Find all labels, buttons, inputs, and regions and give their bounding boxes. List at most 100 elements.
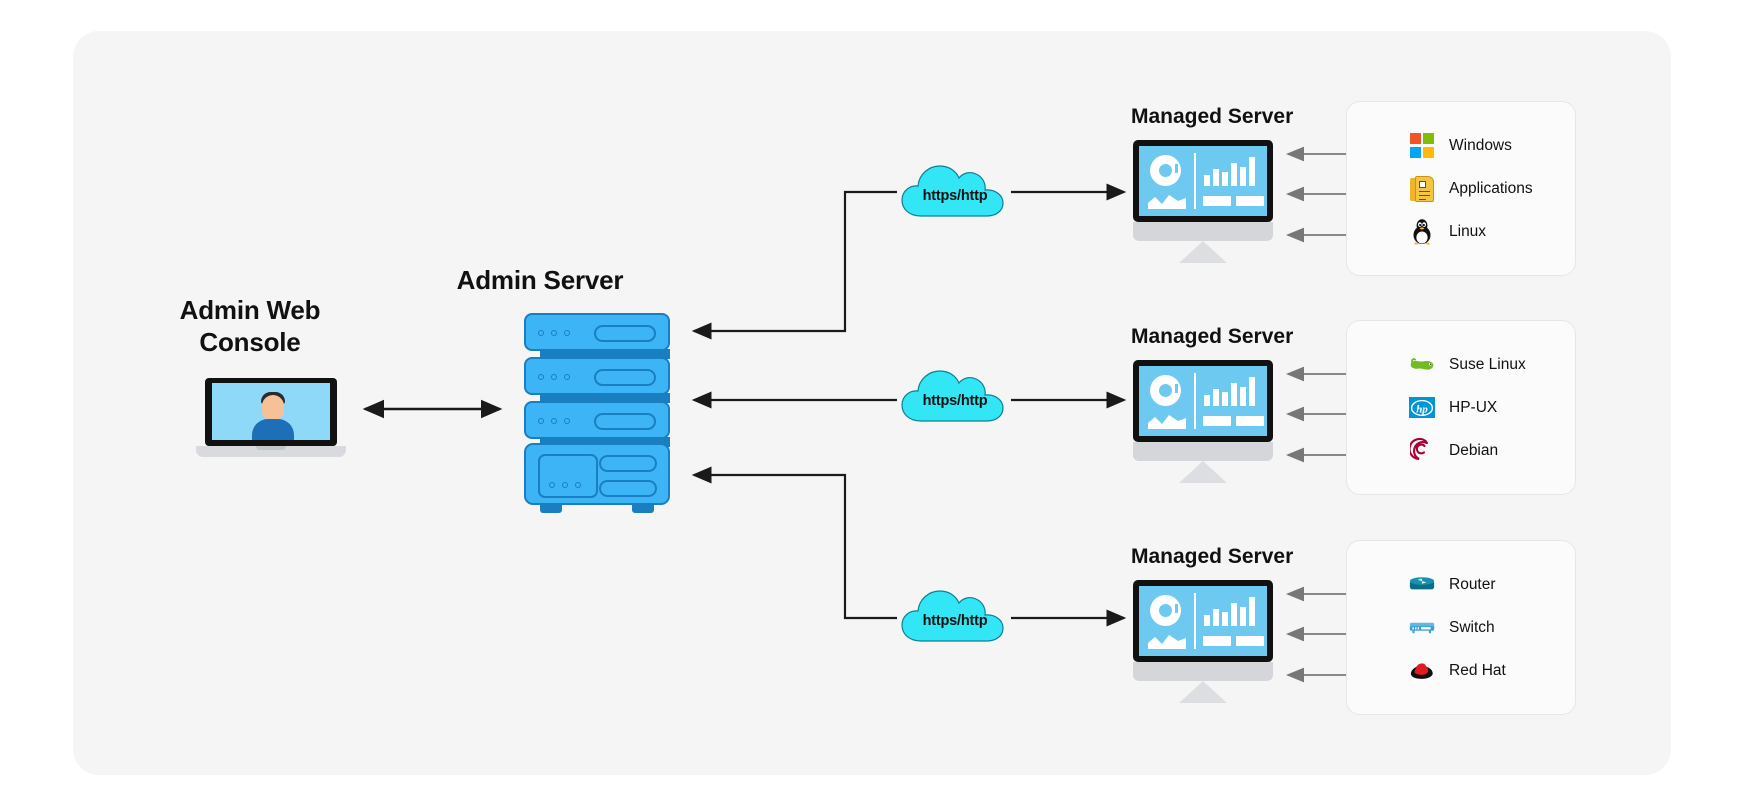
monitor-3-screen [1139,586,1267,656]
laptop-screen [212,383,330,440]
platform-card-1: Windows Applications Linux [1346,101,1576,276]
cloud-label-3: https/http [922,613,988,629]
avatar-head [262,395,284,420]
rack-unit-3 [524,401,670,439]
admin-server-title: Admin Server [456,265,624,295]
laptop-screen-frame [205,378,337,446]
suse-chameleon-icon [1409,352,1435,378]
platform-label: Applications [1449,179,1533,197]
debian-swirl-icon [1409,437,1435,464]
admin-server-rack-icon [524,313,670,513]
switch-icon [1409,615,1435,641]
windows-icon [1409,133,1435,159]
rack-tower-bay-2 [599,480,657,497]
platform-row-debian: Debian [1347,429,1575,472]
platform-label: Debian [1449,441,1499,459]
screen-row-bar-1 [1203,636,1231,646]
rack-unit-3-leds [538,418,570,424]
rack-unit-1 [524,313,670,351]
linux-tux-icon [1409,219,1435,245]
admin-web-console-title-line1: Admin Web [179,295,321,325]
rack-tower-bay-1 [599,455,657,472]
monitor-2-stand [1179,461,1227,483]
managed-server-monitor-1 [1133,140,1273,263]
screen-row-bar-2 [1236,196,1264,206]
screen-row-bar-2 [1236,416,1264,426]
rack-foot-left [540,503,562,513]
platform-row-red-hat: Red Hat [1347,649,1575,692]
hp-icon: hp [1409,395,1435,421]
rack-unit-2-bay [594,369,656,386]
platform-label: Suse Linux [1449,355,1526,373]
rack-unit-2-leds [538,374,570,380]
rack-tower-unit [524,443,670,505]
monitor-2-frame [1133,360,1273,442]
managed-server-title-3: Managed Server [1131,545,1294,568]
diagram-canvas: Admin Web Console Admin Server Managed S… [0,0,1742,811]
rack-unit-1-bay [594,325,656,342]
monitor-3-frame [1133,580,1273,662]
rack-unit-3-bay [594,413,656,430]
platform-row-hp-ux: hp HP-UX [1347,386,1575,429]
platform-label: HP-UX [1449,398,1498,416]
screen-row-bar-1 [1203,416,1231,426]
screen-row-bar-2 [1236,636,1264,646]
monitor-1-neck [1133,222,1273,241]
area-chart-icon [1148,635,1186,649]
monitor-1-screen [1139,146,1267,216]
rack-tower-panel [538,454,598,498]
managed-server-monitor-2 [1133,360,1273,483]
platform-row-suse-linux: Suse Linux [1347,343,1575,386]
avatar-body [252,419,294,440]
admin-web-console-laptop-icon [196,378,346,458]
bar-chart-icon [1204,596,1255,626]
managed-server-title-1: Managed Server [1131,105,1294,128]
applications-icon [1409,175,1435,202]
screen-divider [1194,593,1196,649]
router-icon [1409,572,1435,598]
cloud-label-1: https/http [922,188,988,204]
platform-label: Red Hat [1449,661,1506,679]
area-chart-icon [1148,195,1186,209]
rack-unit-1-leds [538,330,570,336]
screen-divider [1194,153,1196,209]
rack-foot-right [632,503,654,513]
monitor-3-stand [1179,681,1227,703]
platform-row-router: Router [1347,563,1575,606]
rack-tower-leds [549,482,581,488]
bar-chart-icon [1204,376,1255,406]
monitor-3-neck [1133,662,1273,681]
platform-row-applications: Applications [1347,167,1575,210]
managed-server-monitor-3 [1133,580,1273,703]
platform-label: Windows [1449,136,1512,154]
laptop-trackpad-notch [256,446,286,450]
redhat-fedora-icon [1409,658,1435,684]
platform-row-linux: Linux [1347,210,1575,253]
donut-chart-icon [1150,595,1181,626]
monitor-2-screen [1139,366,1267,436]
monitor-2-neck [1133,442,1273,461]
bar-chart-icon [1204,156,1255,186]
rack-unit-2 [524,357,670,395]
platform-row-switch: Switch [1347,606,1575,649]
cloud-https-http-2: https/http [899,365,1011,427]
platform-label: Switch [1449,618,1495,636]
admin-web-console-title-line2: Console [199,326,301,357]
cloud-https-http-3: https/http [899,585,1011,647]
screen-row-bar-1 [1203,196,1231,206]
monitor-1-stand [1179,241,1227,263]
area-chart-icon [1148,415,1186,429]
donut-chart-icon [1150,155,1181,186]
admin-web-console-title: Admin Web Console [135,295,365,358]
monitor-1-frame [1133,140,1273,222]
cloud-https-http-1: https/http [899,160,1011,222]
svg-text:hp: hp [1416,403,1428,415]
platform-label: Linux [1449,222,1487,240]
platform-card-2: Suse Linux hp HP-UX Debian [1346,320,1576,495]
managed-server-title-2: Managed Server [1131,325,1294,348]
platform-card-3: Router Switch Red Hat [1346,540,1576,715]
donut-chart-icon [1150,375,1181,406]
platform-row-windows: Windows [1347,124,1575,167]
screen-divider [1194,373,1196,429]
cloud-label-2: https/http [922,393,988,409]
